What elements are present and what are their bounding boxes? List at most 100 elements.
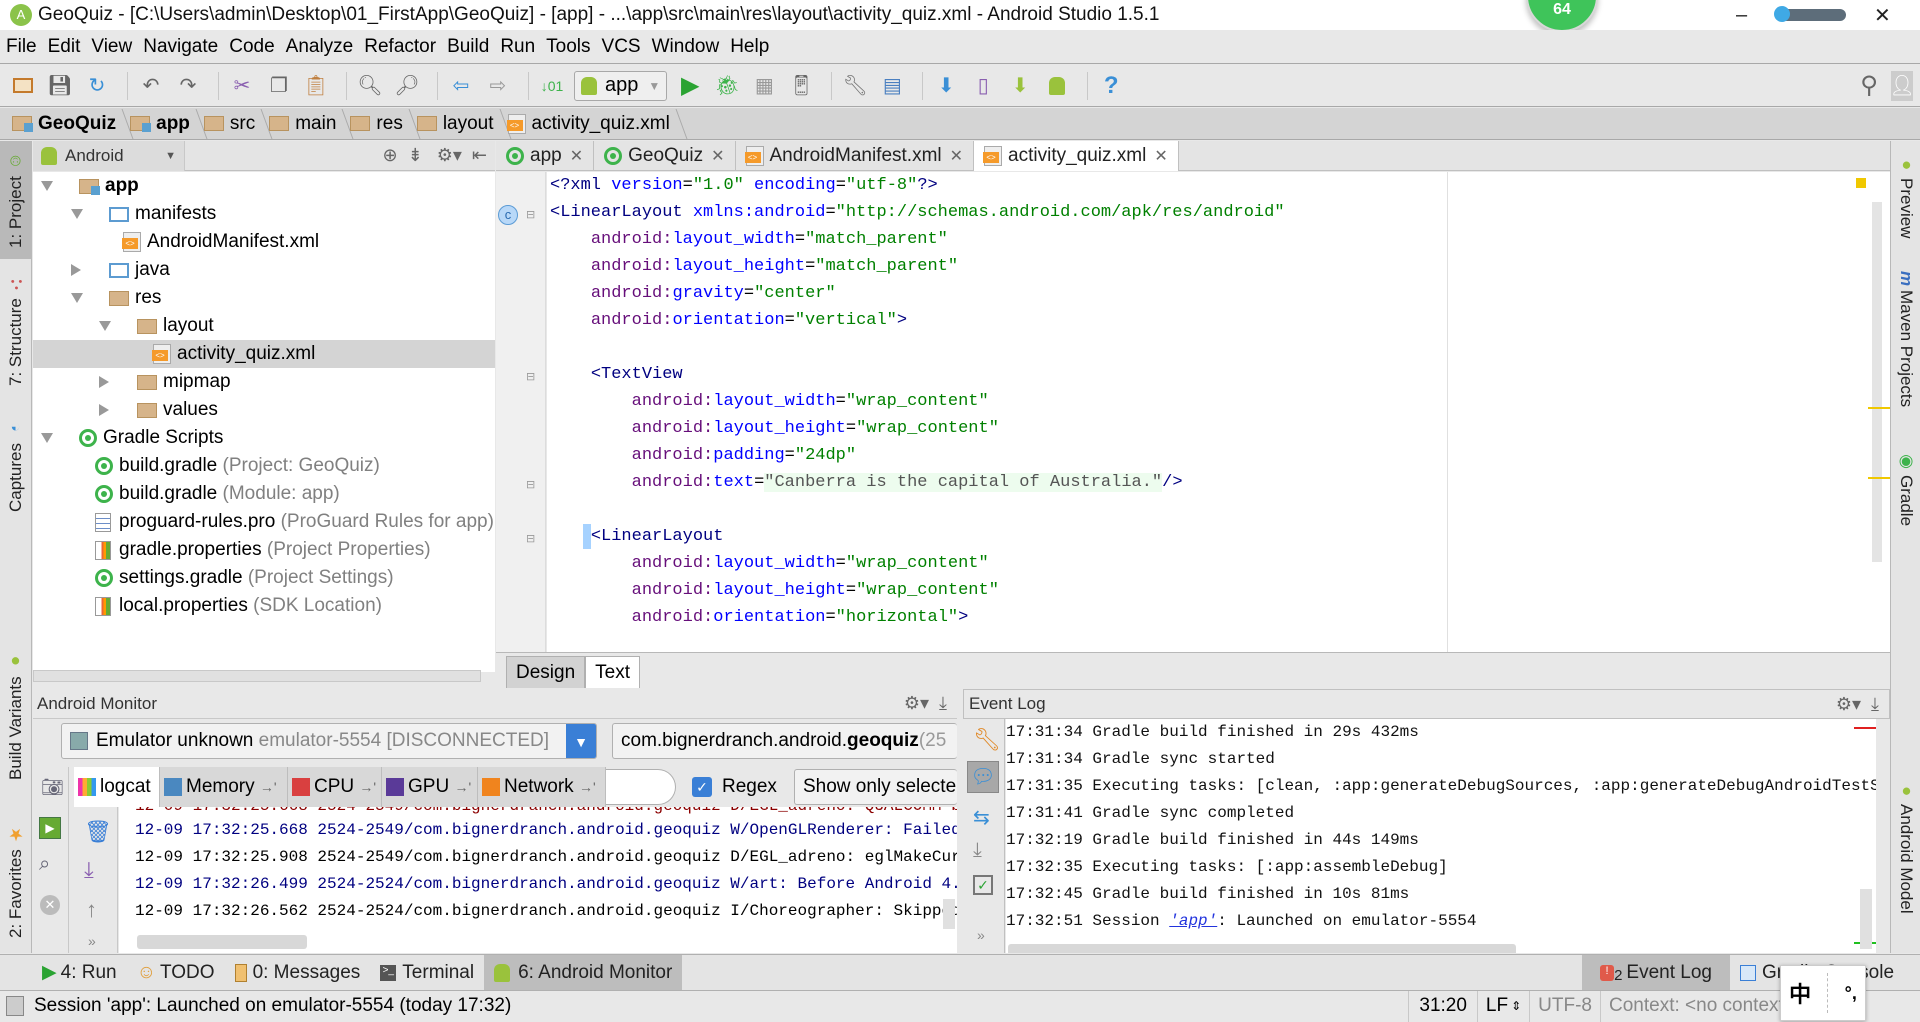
menu-file[interactable]: File bbox=[6, 36, 37, 58]
fold-icon[interactable]: ⊟ bbox=[526, 208, 535, 221]
expand-arrow-icon[interactable] bbox=[71, 209, 83, 219]
breadcrumb-activity-quiz[interactable]: activity_quiz.xml bbox=[506, 113, 678, 135]
user-avatar-icon[interactable]: 👤︎ bbox=[1889, 70, 1915, 101]
event-log-output[interactable]: 17:31:34 Gradle build finished in 29s 43… bbox=[1006, 719, 1876, 953]
logcat-filter-selector[interactable]: Show only selecte bbox=[794, 769, 957, 805]
tool-tab-terminal[interactable]: >_ Terminal bbox=[370, 955, 484, 991]
process-selector[interactable]: com.bignerdranch.android. geoquiz (25 bbox=[612, 723, 957, 759]
editor-tab-activity-quiz[interactable]: activity_quiz.xml✕ bbox=[974, 141, 1179, 171]
paste-icon[interactable]: 📋︎ bbox=[301, 71, 331, 101]
menu-navigate[interactable]: Navigate bbox=[143, 36, 218, 58]
ime-language-toggle[interactable]: 中 bbox=[1789, 977, 1811, 1009]
save-icon[interactable]: 💾︎ bbox=[45, 71, 75, 101]
open-folder-icon[interactable] bbox=[8, 71, 38, 101]
hide-panel-icon[interactable]: ⇤ bbox=[472, 145, 487, 166]
settings-gear-icon[interactable]: ⚙▾ bbox=[1836, 694, 1861, 715]
logcat-output[interactable]: 12-09 17:32:25.668 2524-2549/com.bignerd… bbox=[119, 807, 957, 953]
minimize-button[interactable]: – bbox=[1736, 0, 1747, 30]
avd-manager-icon[interactable]: ▯ bbox=[968, 71, 998, 101]
more-icon[interactable]: » bbox=[977, 927, 985, 943]
tool-tab-maven[interactable]: m Maven Projects bbox=[1891, 271, 1920, 431]
back-icon[interactable]: ⇦ bbox=[446, 71, 476, 101]
copy-icon[interactable]: ❐ bbox=[264, 71, 294, 101]
menu-code[interactable]: Code bbox=[229, 36, 274, 58]
tool-tab-android-monitor[interactable]: 6: Android Monitor bbox=[484, 954, 683, 991]
settings-gear-icon[interactable]: ⚙▾ bbox=[437, 145, 462, 166]
balloon-icon[interactable]: 💬︎ bbox=[967, 761, 999, 793]
project-view-selector[interactable]: Android ▼ bbox=[33, 140, 185, 171]
tree-node-app[interactable]: app bbox=[33, 172, 495, 200]
editor-tab-app[interactable]: app ✕ bbox=[496, 141, 595, 171]
breadcrumb-main[interactable]: main bbox=[269, 113, 344, 135]
menu-run[interactable]: Run bbox=[500, 36, 535, 58]
more-icon[interactable]: » bbox=[88, 933, 96, 949]
tree-node-gradle-properties[interactable]: gradle.properties (Project Properties) bbox=[33, 536, 495, 564]
undo-icon[interactable]: ↶ bbox=[136, 71, 166, 101]
run-icon[interactable]: ▶ bbox=[675, 71, 705, 101]
class-marker-icon[interactable]: c bbox=[498, 205, 518, 225]
encoding-selector[interactable]: UTF-8 bbox=[1529, 990, 1600, 1022]
editor-tab-geoquiz[interactable]: GeoQuiz ✕ bbox=[594, 141, 736, 171]
find-icon[interactable]: 🔍︎ bbox=[355, 71, 385, 101]
cut-icon[interactable]: ✂ bbox=[227, 71, 257, 101]
horizontal-scrollbar[interactable] bbox=[1008, 944, 1516, 953]
scroll-to-end-icon[interactable]: ⤓ bbox=[973, 839, 982, 862]
expand-arrow-icon[interactable] bbox=[99, 321, 111, 331]
menu-analyze[interactable]: Analyze bbox=[286, 36, 354, 58]
regex-checkbox[interactable]: ✓ Regex bbox=[692, 776, 777, 798]
menu-vcs[interactable]: VCS bbox=[602, 36, 641, 58]
sync-gradle-icon[interactable]: ⬇ bbox=[931, 71, 961, 101]
tool-tab-favorites[interactable]: 2: Favorites ★ bbox=[0, 821, 32, 941]
menu-refactor[interactable]: Refactor bbox=[364, 36, 436, 58]
settings-wrench-icon[interactable]: 🔧︎ bbox=[973, 727, 1001, 753]
toggle-tool-windows-icon[interactable] bbox=[6, 996, 24, 1016]
sdk-layout-icon[interactable]: ▤ bbox=[877, 71, 907, 101]
close-tab-icon[interactable]: ✕ bbox=[570, 146, 583, 166]
clear-logcat-icon[interactable]: 🗑︎ bbox=[84, 819, 112, 845]
tool-tab-messages[interactable]: 0: Messages bbox=[225, 955, 371, 991]
tree-node-proguard[interactable]: proguard-rules.pro (ProGuard Rules for a… bbox=[33, 508, 495, 536]
sdk-manager-icon[interactable]: ⬇ bbox=[1005, 71, 1035, 101]
close-tab-icon[interactable]: ✕ bbox=[950, 146, 963, 166]
tree-node-androidmanifest[interactable]: AndroidManifest.xml bbox=[33, 228, 495, 256]
menu-view[interactable]: View bbox=[91, 36, 132, 58]
tree-node-activity-quiz[interactable]: activity_quiz.xml bbox=[33, 340, 495, 368]
collapse-all-icon[interactable]: ⇟ bbox=[408, 145, 423, 166]
scroll-from-source-icon[interactable]: ⊕ bbox=[383, 145, 398, 166]
menu-edit[interactable]: Edit bbox=[48, 36, 81, 58]
logcat-search-input[interactable] bbox=[606, 769, 676, 805]
ime-punctuation-toggle[interactable]: °, bbox=[1845, 983, 1857, 1004]
horizontal-scrollbar[interactable] bbox=[137, 935, 307, 949]
tool-tab-build-variants[interactable]: Build Variants ● bbox=[0, 651, 32, 781]
tool-tab-event-log[interactable]: ! 2 Event Log bbox=[1582, 954, 1730, 991]
project-structure-icon[interactable]: 🔧︎ bbox=[840, 71, 870, 101]
tree-node-manifests[interactable]: manifests bbox=[33, 200, 495, 228]
tab-text[interactable]: Text bbox=[585, 656, 641, 688]
caret-position[interactable]: 31:20 bbox=[1408, 990, 1477, 1022]
breadcrumb-layout[interactable]: layout bbox=[416, 113, 502, 135]
expand-arrow-icon[interactable] bbox=[41, 181, 53, 191]
chevron-down-icon[interactable]: ▼ bbox=[566, 724, 596, 758]
hide-panel-icon[interactable]: ⤓ bbox=[939, 693, 947, 714]
tab-network[interactable]: Network →' bbox=[478, 767, 606, 807]
tool-tab-run[interactable]: ▶ 4: Run bbox=[32, 955, 127, 991]
dump-view-hierarchy-icon[interactable]: ⌕ bbox=[39, 853, 50, 876]
mark-all-read-icon[interactable]: ✓ bbox=[973, 875, 993, 895]
settings-gear-icon[interactable]: ⚙▾ bbox=[904, 693, 929, 714]
tree-node-local-properties[interactable]: local.properties (SDK Location) bbox=[33, 592, 495, 620]
tree-node-mipmap[interactable]: mipmap bbox=[33, 368, 495, 396]
menu-window[interactable]: Window bbox=[652, 36, 720, 58]
close-tab-icon[interactable]: ✕ bbox=[711, 146, 724, 166]
tool-tab-android-model[interactable]: ● Android Model bbox=[1891, 781, 1920, 931]
collapse-arrow-icon[interactable] bbox=[71, 264, 81, 276]
tree-node-build-gradle-module[interactable]: build.gradle (Module: app) bbox=[33, 480, 495, 508]
fold-icon[interactable]: ⊟ bbox=[526, 532, 535, 545]
horizontal-scrollbar[interactable] bbox=[33, 670, 481, 682]
android-device-monitor-icon[interactable] bbox=[1042, 71, 1072, 101]
tree-node-build-gradle-project[interactable]: build.gradle (Project: GeoQuiz) bbox=[33, 452, 495, 480]
replace-icon[interactable]: 🔎︎ bbox=[392, 71, 422, 101]
line-separator-selector[interactable]: LF ⇕ bbox=[1476, 990, 1529, 1022]
tab-design[interactable]: Design bbox=[506, 656, 586, 688]
stop-icon[interactable]: ✕ bbox=[40, 895, 60, 915]
breadcrumb-geoquiz[interactable]: GeoQuiz bbox=[12, 113, 124, 135]
